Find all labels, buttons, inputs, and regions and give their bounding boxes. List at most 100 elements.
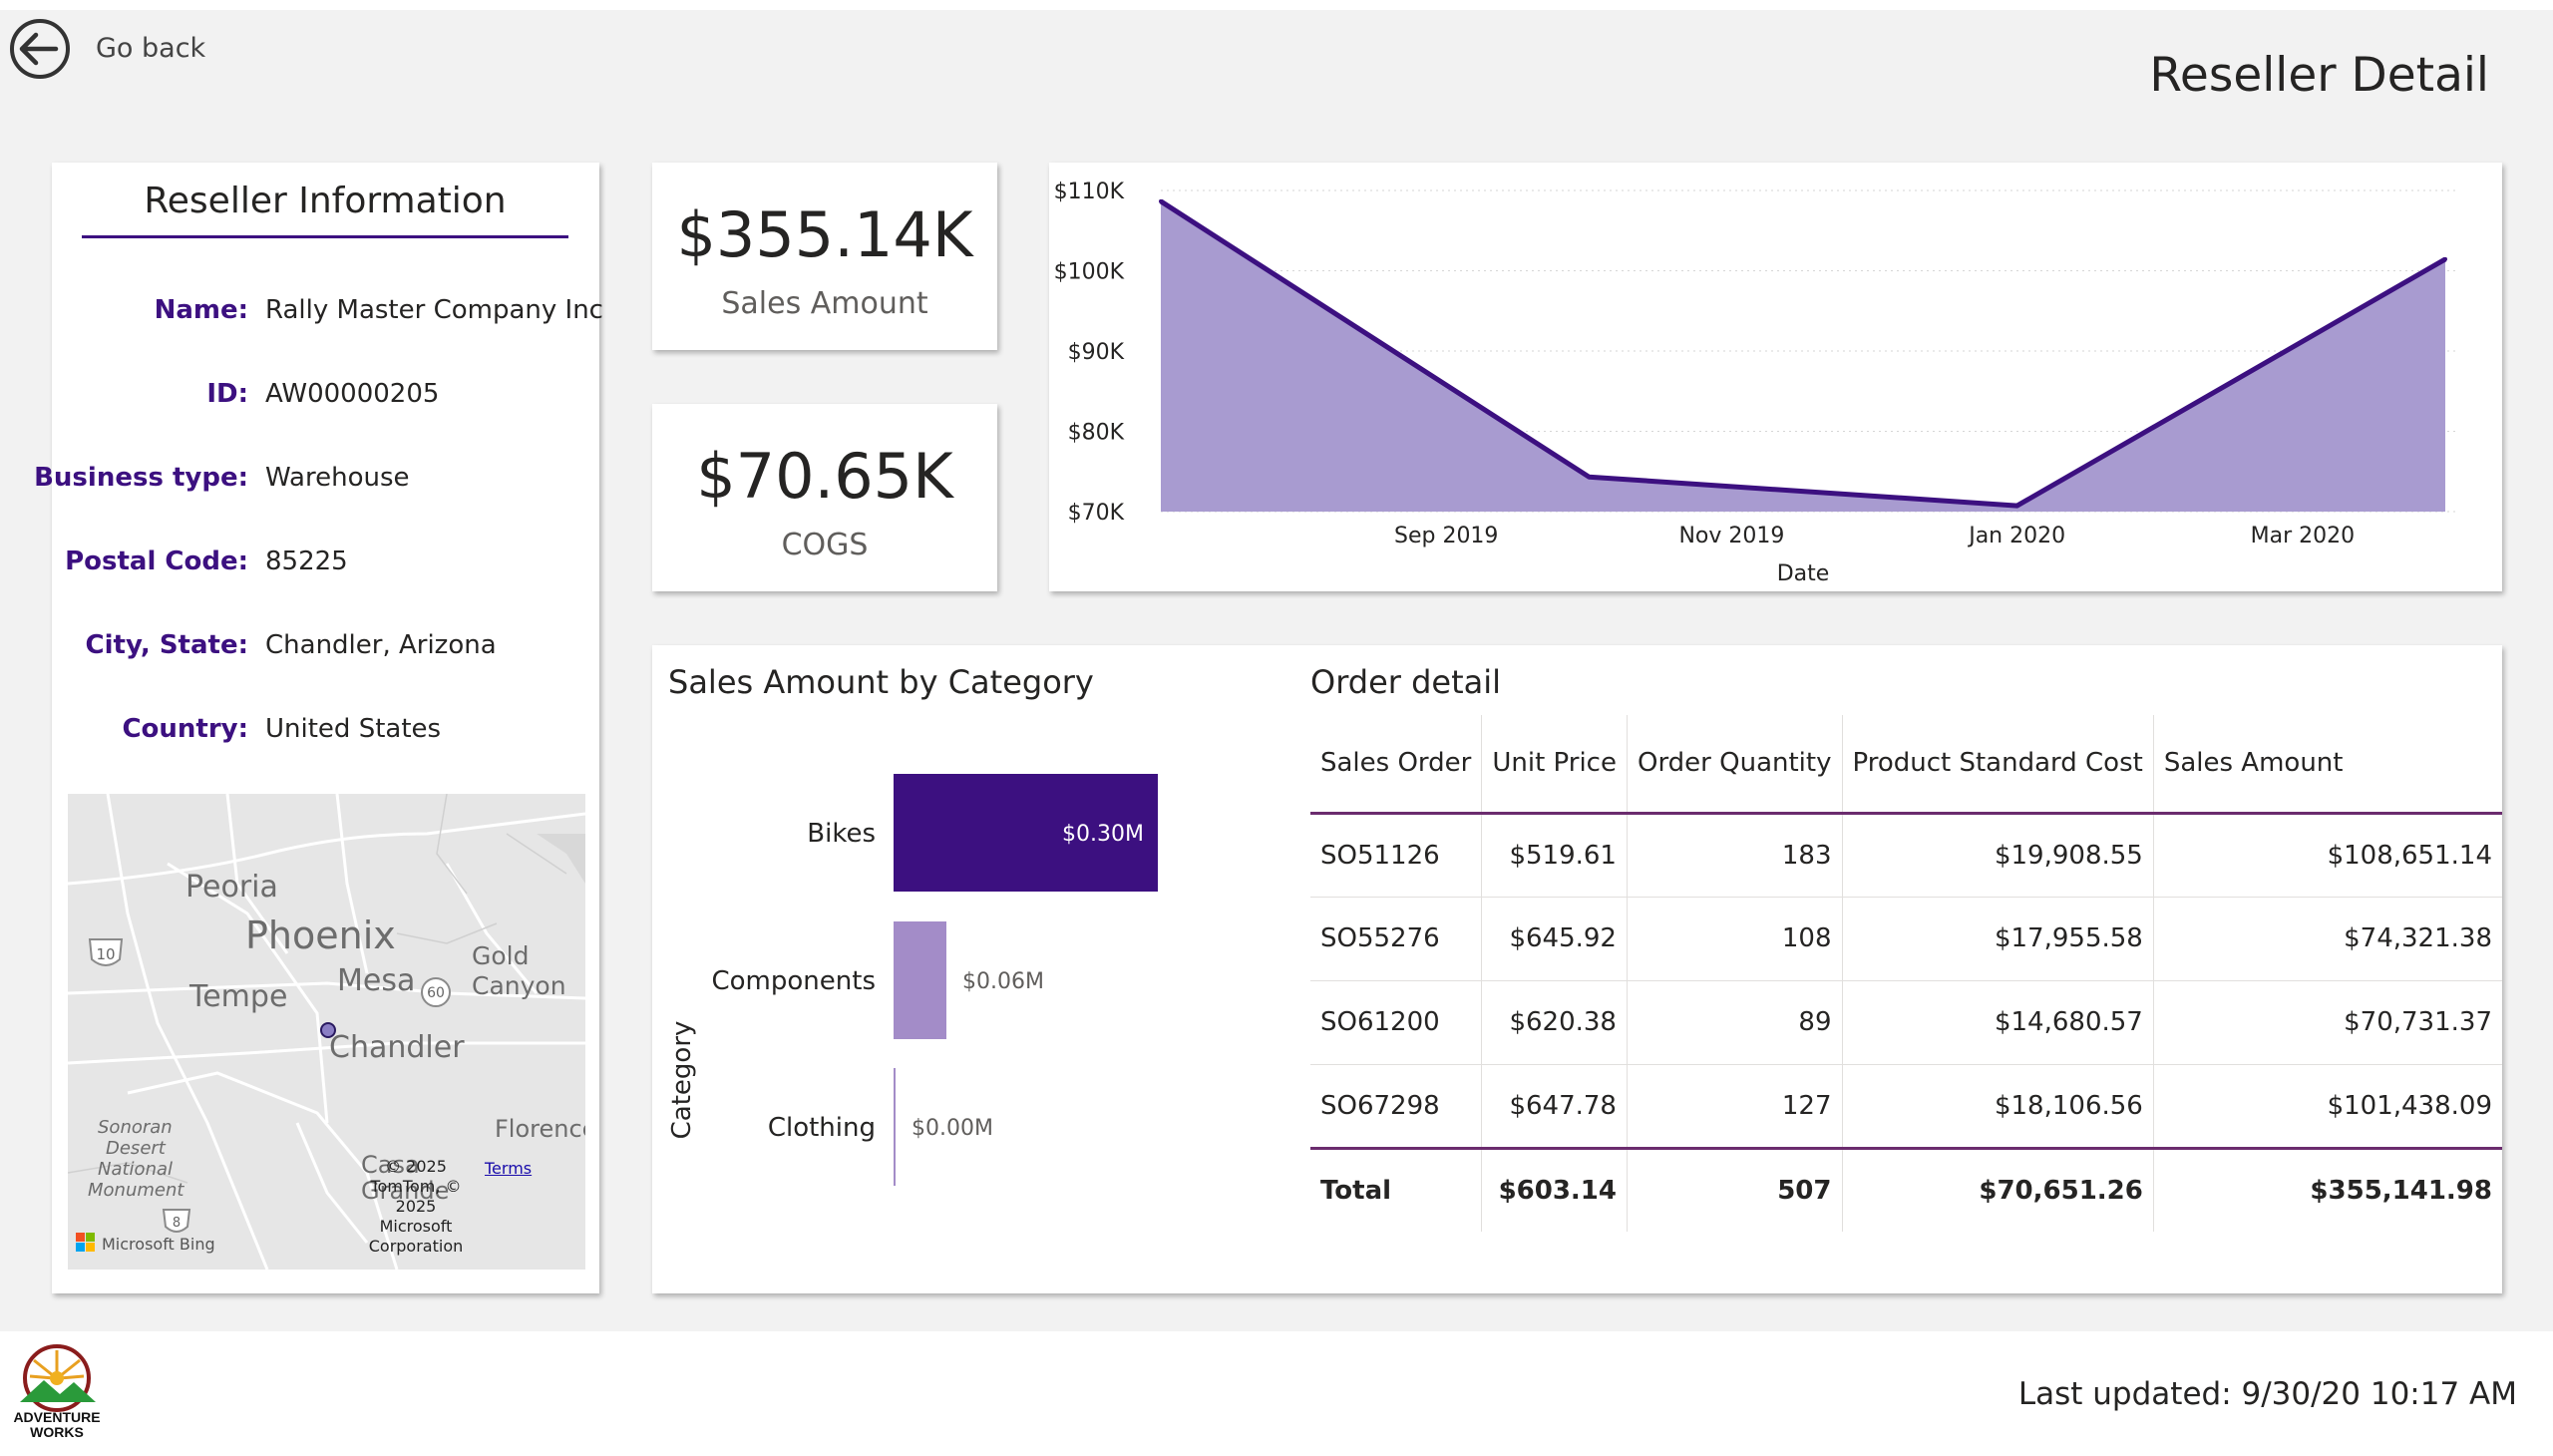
column-header[interactable]: Order Quantity: [1627, 715, 1843, 815]
last-updated: Last updated: 9/30/20 10:17 AM: [2017, 1376, 2517, 1412]
data-point: [1587, 475, 1592, 480]
sales-over-time-chart[interactable]: $70K $80K $90K $100K $110K Sep 2019 Nov 2019 Ja…: [1049, 163, 2502, 591]
location-map[interactable]: Peoria Phoenix Gold Canyon Tempe Mesa Ch…: [68, 794, 585, 1270]
table-row[interactable]: SO55276 $645.92 108 $17,955.58 $74,321.3…: [1310, 897, 2502, 981]
table-total-row: Total $603.14 507 $70,651.26 $355,141.98: [1310, 1146, 2502, 1232]
map-place-label: Gold: [472, 941, 530, 970]
order-detail-table: Sales Order Unit Price Order Quantity Pr…: [1310, 715, 2502, 1232]
table-cell: $645.92: [1481, 897, 1628, 981]
kpi-value: $355.14K: [676, 198, 973, 271]
kpi-label: COGS: [781, 528, 869, 562]
info-value: Warehouse: [265, 463, 410, 493]
back-arrow-icon[interactable]: [8, 17, 72, 81]
table-cell: SO61200: [1310, 980, 1483, 1065]
info-label: Name:: [154, 295, 248, 325]
kpi-card-sales-amount: $355.14K Sales Amount: [652, 163, 997, 350]
y-tick-label: $80K: [1068, 421, 1125, 446]
table-cell: Total: [1310, 1146, 1483, 1232]
x-tick-label: Nov 2019: [1678, 524, 1784, 548]
info-label: ID:: [206, 379, 248, 409]
map-place-label: Mesa: [337, 963, 416, 998]
column-header[interactable]: Product Standard Cost: [1842, 715, 2154, 815]
go-back-link[interactable]: Go back: [96, 33, 205, 64]
shield-number: 10: [96, 945, 115, 963]
adventure-works-logo: ADVENTURE WORKS: [13, 1344, 101, 1440]
column-header[interactable]: Unit Price: [1481, 715, 1628, 815]
table-header-row: Sales Order Unit Price Order Quantity Pr…: [1310, 715, 2502, 815]
reseller-info-title: Reseller Information: [82, 181, 568, 238]
map-place-label: Tempe: [189, 979, 288, 1014]
data-point: [2014, 504, 2019, 509]
info-label: Business type:: [34, 463, 248, 493]
table-cell: $355,141.98: [2153, 1146, 2502, 1232]
table-cell: SO67298: [1310, 1064, 1483, 1149]
info-value: 85225: [265, 546, 348, 576]
info-row-id: ID: AW00000205: [52, 379, 599, 419]
table-cell: 183: [1627, 813, 1843, 898]
kpi-label: Sales Amount: [721, 286, 928, 321]
category-label: Bikes: [807, 819, 876, 849]
order-detail-title: Order detail: [1310, 663, 1502, 701]
table-cell: 108: [1627, 897, 1843, 981]
table-row[interactable]: SO51126 $519.61 183 $19,908.55 $108,651.…: [1310, 813, 2502, 898]
table-cell: $108,651.14: [2153, 813, 2502, 898]
page-title: Reseller Detail: [2149, 48, 2489, 103]
map-copyright: © 2025 TomTom, © 2025 Microsoft Corporat…: [368, 1157, 464, 1256]
table-cell: 127: [1627, 1064, 1843, 1149]
interstate-shield-icon: 8: [162, 1209, 191, 1233]
shield-number: 60: [427, 985, 445, 1001]
kpi-card-cogs: $70.65K COGS: [652, 404, 997, 591]
table-row[interactable]: SO61200 $620.38 89 $14,680.57 $70,731.37: [1310, 980, 2502, 1065]
x-tick-label: Sep 2019: [1394, 524, 1498, 548]
x-tick-label: Jan 2020: [1967, 524, 2065, 548]
map-place-label: Desert: [106, 1138, 166, 1159]
shield-number: 8: [173, 1216, 181, 1231]
table-cell: $14,680.57: [1842, 980, 2154, 1065]
highway-shield-icon: 60: [421, 977, 451, 1007]
info-row-country: Country: United States: [52, 714, 599, 754]
table-cell: $18,106.56: [1842, 1064, 2154, 1149]
table-cell: $17,955.58: [1842, 897, 2154, 981]
info-label: City, State:: [85, 630, 248, 660]
info-row-city-state: City, State: Chandler, Arizona: [52, 630, 599, 670]
column-header[interactable]: Sales Order: [1310, 715, 1483, 815]
table-cell: $19,908.55: [1842, 813, 2154, 898]
data-label: $0.06M: [962, 969, 1044, 994]
table-cell: $70,651.26: [1842, 1146, 2154, 1232]
area-chart-svg: $70K $80K $90K $100K $110K Sep 2019 Nov 2019 Ja…: [1054, 180, 2455, 586]
info-value: Chandler, Arizona: [265, 630, 497, 660]
info-value: United States: [265, 714, 442, 744]
microsoft-logo-icon: [76, 1233, 95, 1252]
info-row-name: Name: Rally Master Company Inc: [52, 295, 603, 335]
map-place-label: Peoria: [185, 870, 278, 905]
data-point: [1159, 198, 1163, 203]
category-label: Components: [712, 966, 877, 996]
logo-text: ADVENTURE: [13, 1409, 100, 1425]
bar-chart-svg: Category Bikes $0.30M Components $0.06M Cloth…: [667, 774, 1158, 1186]
kpi-value: $70.65K: [696, 440, 953, 513]
interstate-shield-icon: 10: [88, 938, 124, 966]
map-place-label: National: [98, 1159, 174, 1180]
category-and-orders-card: Sales Amount by Category Category Bikes $0…: [652, 645, 2502, 1293]
location-pin-icon[interactable]: [317, 1019, 339, 1041]
table-cell: $70,731.37: [2153, 980, 2502, 1065]
map-terms-link[interactable]: Terms: [485, 1159, 532, 1178]
table-cell: $101,438.09: [2153, 1064, 2502, 1149]
table-cell: $647.78: [1481, 1064, 1628, 1149]
table-row[interactable]: SO67298 $647.78 127 $18,106.56 $101,438.…: [1310, 1064, 2502, 1149]
info-row-postal-code: Postal Code: 85225: [52, 546, 599, 586]
bar: [894, 921, 946, 1039]
x-axis-title: Date: [1777, 561, 1830, 586]
y-tick-label: $110K: [1054, 180, 1125, 204]
map-place-label: Monument: [88, 1180, 184, 1201]
bar: [894, 1068, 896, 1186]
data-point: [2443, 256, 2447, 261]
map-place-label: Phoenix: [245, 913, 396, 957]
info-value: Rally Master Company Inc: [265, 295, 603, 325]
data-label: $0.00M: [912, 1116, 993, 1141]
map-place-label: Sonoran: [98, 1117, 173, 1138]
y-axis-title: Category: [667, 1021, 697, 1140]
table-cell: 507: [1627, 1146, 1843, 1232]
table-cell: $74,321.38: [2153, 897, 2502, 981]
column-header[interactable]: Sales Amount: [2153, 715, 2502, 815]
